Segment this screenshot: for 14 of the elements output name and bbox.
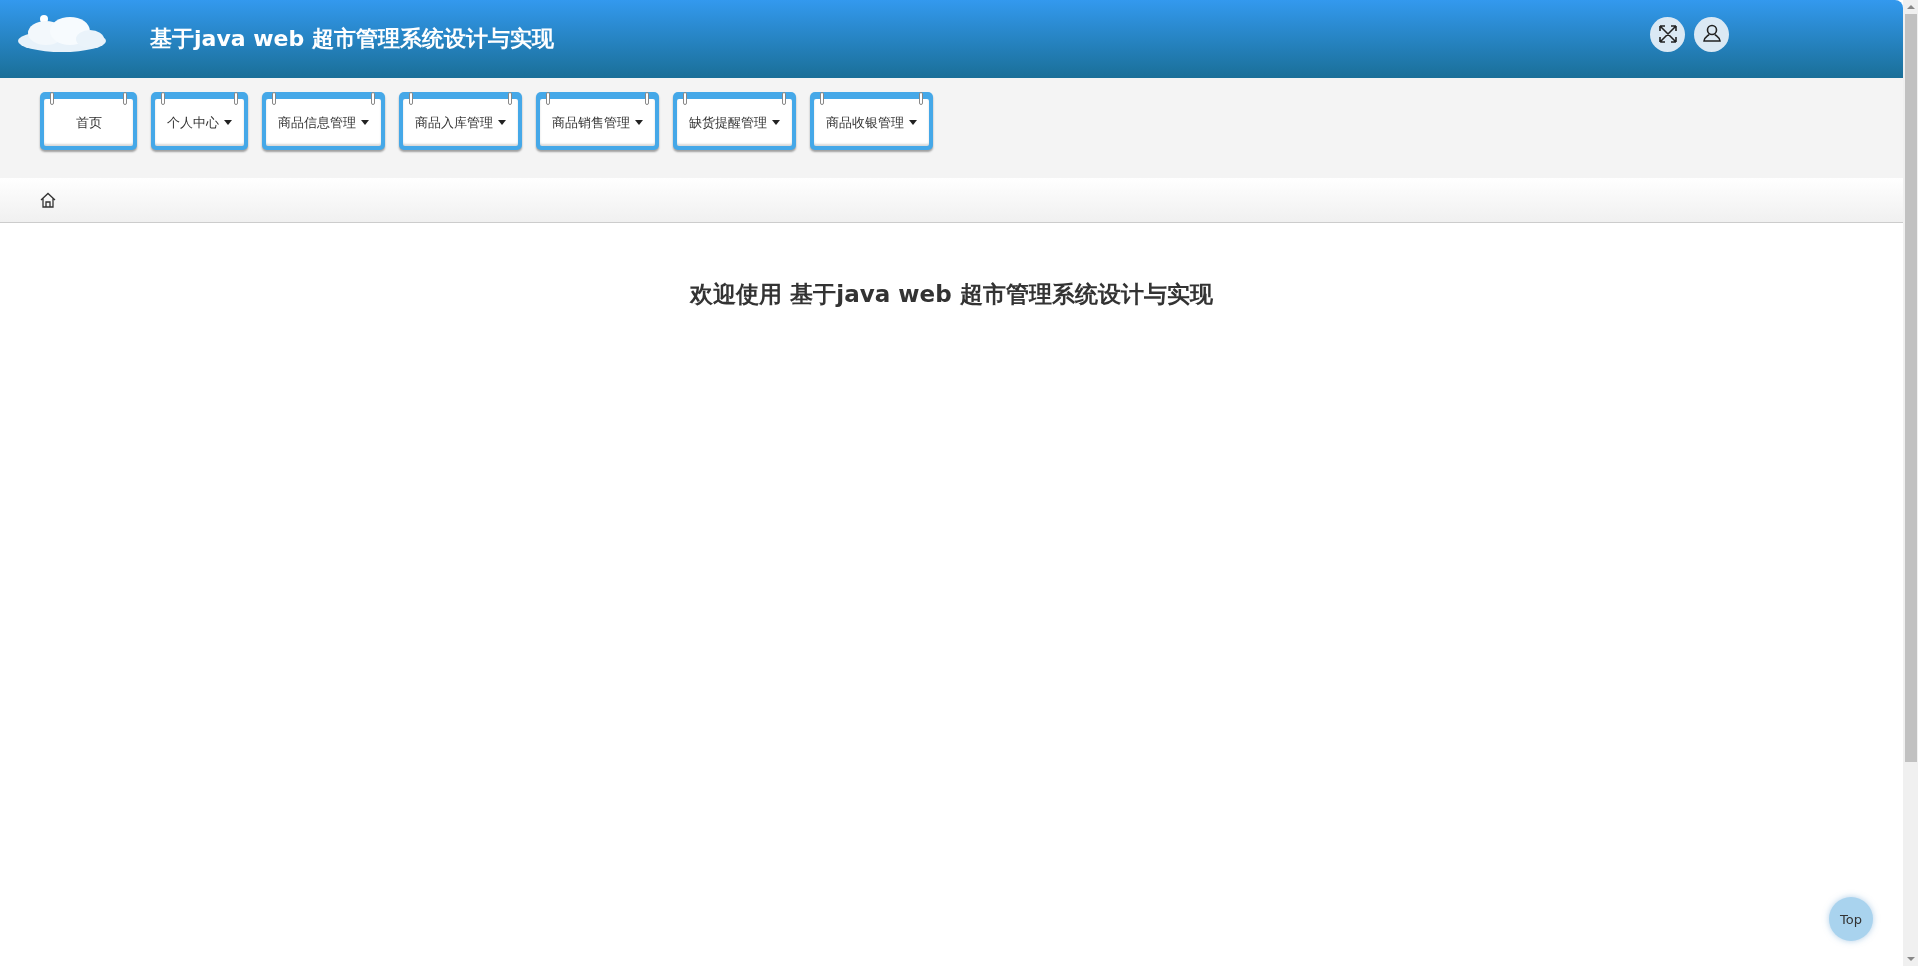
fullscreen-icon[interactable] <box>1650 16 1685 52</box>
nav-menu-button[interactable]: 首页 <box>40 92 137 150</box>
user-icon[interactable] <box>1694 16 1729 52</box>
nav-menu-button[interactable]: 商品收银管理 <box>810 92 933 150</box>
scrollbar[interactable] <box>1903 0 1918 966</box>
welcome-heading: 欢迎使用 基于java web 超市管理系统设计与实现 <box>690 280 1213 309</box>
back-to-top-button[interactable]: Top <box>1829 897 1873 941</box>
site-title: 基于java web 超市管理系统设计与实现 <box>150 25 554 53</box>
nav-menu-button[interactable]: 缺货提醒管理 <box>673 92 796 150</box>
home-icon[interactable] <box>40 192 56 208</box>
nav-menu-button[interactable]: 商品入库管理 <box>399 92 522 150</box>
nav-menu-button[interactable]: 个人中心 <box>151 92 248 150</box>
nav-menu-button[interactable]: 商品信息管理 <box>262 92 385 150</box>
nav-menu-button[interactable]: 商品销售管理 <box>536 92 659 150</box>
